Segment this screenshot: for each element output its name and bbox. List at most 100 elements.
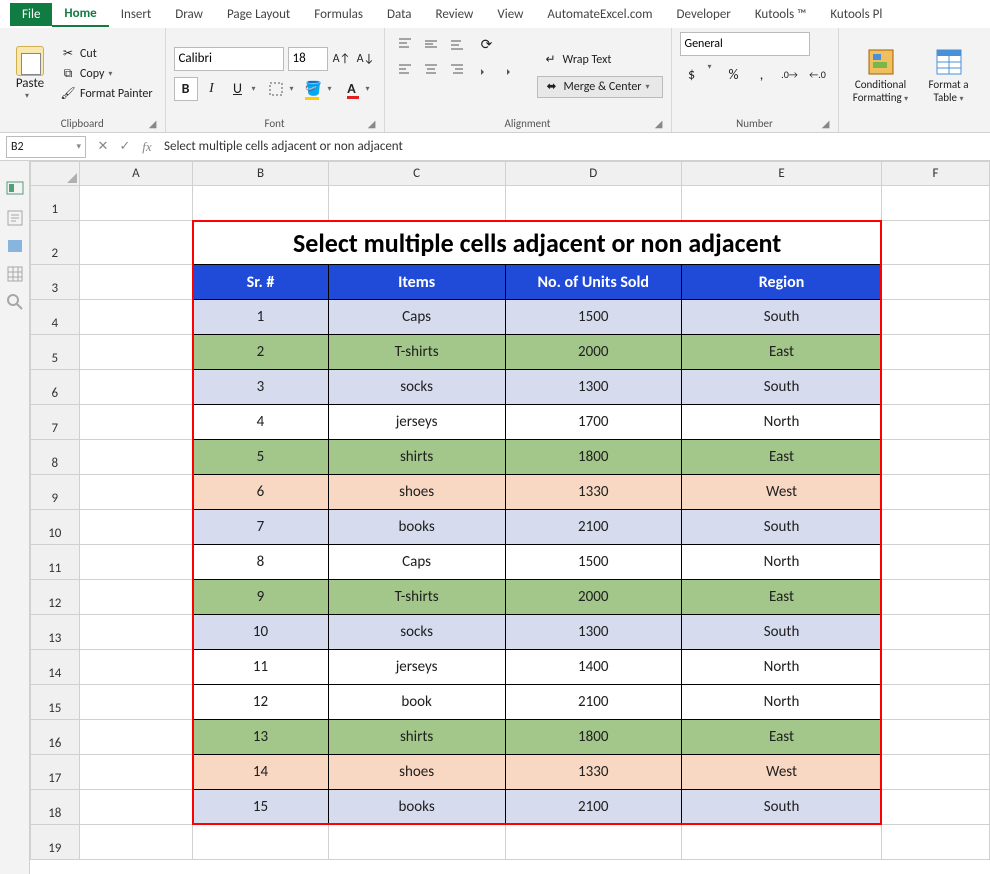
cell-D6[interactable]: 1300 [505, 370, 682, 405]
cell-B16[interactable]: 13 [193, 720, 328, 755]
cell-F17[interactable] [882, 755, 990, 790]
cell-E8[interactable]: East [682, 440, 882, 475]
cell-B9[interactable]: 6 [193, 475, 328, 510]
cell-B13[interactable]: 10 [193, 615, 328, 650]
align-middle-button[interactable] [419, 32, 443, 56]
cell-E9[interactable]: West [682, 475, 882, 510]
tab-kutools-plus[interactable]: Kutools Pl [818, 3, 894, 26]
tab-view[interactable]: View [485, 3, 535, 26]
cell-B1[interactable] [193, 186, 328, 221]
insert-function-button[interactable]: fx [136, 139, 158, 155]
cell-E5[interactable]: East [682, 335, 882, 370]
cell-D12[interactable]: 2000 [505, 580, 682, 615]
chevron-down-icon[interactable]: ▾ [328, 84, 338, 94]
cell-D8[interactable]: 1800 [505, 440, 682, 475]
cell-B4[interactable]: 1 [193, 300, 328, 335]
cell-D9[interactable]: 1330 [505, 475, 682, 510]
cell-E18[interactable]: South [682, 790, 882, 825]
cell-E11[interactable]: North [682, 545, 882, 580]
cell-F3[interactable] [882, 265, 990, 300]
fill-color-button[interactable]: 🪣 [302, 77, 326, 101]
tab-insert[interactable]: Insert [109, 3, 164, 26]
cell-C6[interactable]: socks [328, 370, 505, 405]
cell-C14[interactable]: jerseys [328, 650, 505, 685]
cell-B18[interactable]: 15 [193, 790, 328, 825]
name-box[interactable]: B2 ▾ [6, 136, 86, 158]
cell-F9[interactable] [882, 475, 990, 510]
font-color-button[interactable]: A [340, 77, 364, 101]
decrease-indent-button[interactable] [475, 60, 499, 84]
cell-C16[interactable]: shirts [328, 720, 505, 755]
cell-F18[interactable] [882, 790, 990, 825]
chevron-down-icon[interactable]: ▾ [76, 141, 81, 152]
tab-draw[interactable]: Draw [163, 3, 215, 26]
cell-B11[interactable]: 8 [193, 545, 328, 580]
row-header-18[interactable]: 18 [31, 790, 80, 825]
cell-C10[interactable]: books [328, 510, 505, 545]
row-header-13[interactable]: 13 [31, 615, 80, 650]
header-items[interactable]: Items [328, 265, 505, 300]
cell-C17[interactable]: shoes [328, 755, 505, 790]
format-painter-button[interactable]: 🖌 Format Painter [56, 85, 157, 103]
percent-button[interactable]: % [722, 62, 746, 86]
underline-button[interactable]: U [226, 77, 250, 101]
workbook-icon[interactable] [6, 237, 24, 255]
cell-A6[interactable] [79, 370, 193, 405]
formula-input[interactable]: Select multiple cells adjacent or non ad… [158, 139, 990, 154]
navigation-icon[interactable] [6, 181, 24, 199]
paste-button[interactable]: Paste ▾ [8, 32, 52, 115]
cell-D13[interactable]: 1300 [505, 615, 682, 650]
cell-B7[interactable]: 4 [193, 405, 328, 440]
row-header-14[interactable]: 14 [31, 650, 80, 685]
cell-F16[interactable] [882, 720, 990, 755]
cell-A17[interactable] [79, 755, 193, 790]
cell-C7[interactable]: jerseys [328, 405, 505, 440]
cell-B8[interactable]: 5 [193, 440, 328, 475]
cell-F4[interactable] [882, 300, 990, 335]
row-header-4[interactable]: 4 [31, 300, 80, 335]
cell-A7[interactable] [79, 405, 193, 440]
cell-E6[interactable]: South [682, 370, 882, 405]
tab-formulas[interactable]: Formulas [302, 3, 375, 26]
row-header-3[interactable]: 3 [31, 265, 80, 300]
align-right-button[interactable] [445, 58, 469, 82]
cell-F13[interactable] [882, 615, 990, 650]
cell-F19[interactable] [882, 825, 990, 860]
cell-F10[interactable] [882, 510, 990, 545]
cell-C9[interactable]: shoes [328, 475, 505, 510]
comma-button[interactable]: , [750, 62, 774, 86]
cell-E10[interactable]: South [682, 510, 882, 545]
cell-C15[interactable]: book [328, 685, 505, 720]
cell-D14[interactable]: 1400 [505, 650, 682, 685]
cell-C1[interactable] [328, 186, 505, 221]
cell-D19[interactable] [505, 825, 682, 860]
cancel-formula-button[interactable]: ✕ [92, 139, 114, 154]
borders-button[interactable] [264, 77, 288, 101]
cell-F8[interactable] [882, 440, 990, 475]
bold-button[interactable]: B [174, 77, 198, 101]
cell-D11[interactable]: 1500 [505, 545, 682, 580]
cell-A19[interactable] [79, 825, 193, 860]
cell-A2[interactable] [79, 221, 193, 265]
row-header-16[interactable]: 16 [31, 720, 80, 755]
column-header-D[interactable]: D [505, 162, 682, 186]
tab-data[interactable]: Data [375, 3, 424, 26]
cell-A15[interactable] [79, 685, 193, 720]
dialog-launcher-icon[interactable]: ◢ [822, 117, 830, 130]
cell-B17[interactable]: 14 [193, 755, 328, 790]
worksheet-icon[interactable] [6, 265, 24, 283]
currency-button[interactable]: $ [680, 62, 704, 86]
tab-kutools[interactable]: Kutools ™ [743, 3, 819, 26]
conditional-formatting-button[interactable]: Conditional Formatting ▾ [847, 32, 915, 115]
header-region[interactable]: Region [682, 265, 882, 300]
cell-F12[interactable] [882, 580, 990, 615]
cell-B12[interactable]: 9 [193, 580, 328, 615]
increase-decimal-button[interactable]: .0→ [778, 62, 802, 86]
row-header-6[interactable]: 6 [31, 370, 80, 405]
wrap-text-button[interactable]: ↵ Wrap Text [537, 50, 663, 70]
cell-F6[interactable] [882, 370, 990, 405]
cell-D18[interactable]: 2100 [505, 790, 682, 825]
chevron-down-icon[interactable]: ▾ [252, 84, 262, 94]
select-all-corner[interactable] [31, 162, 80, 186]
chevron-down-icon[interactable]: ▾ [290, 84, 300, 94]
